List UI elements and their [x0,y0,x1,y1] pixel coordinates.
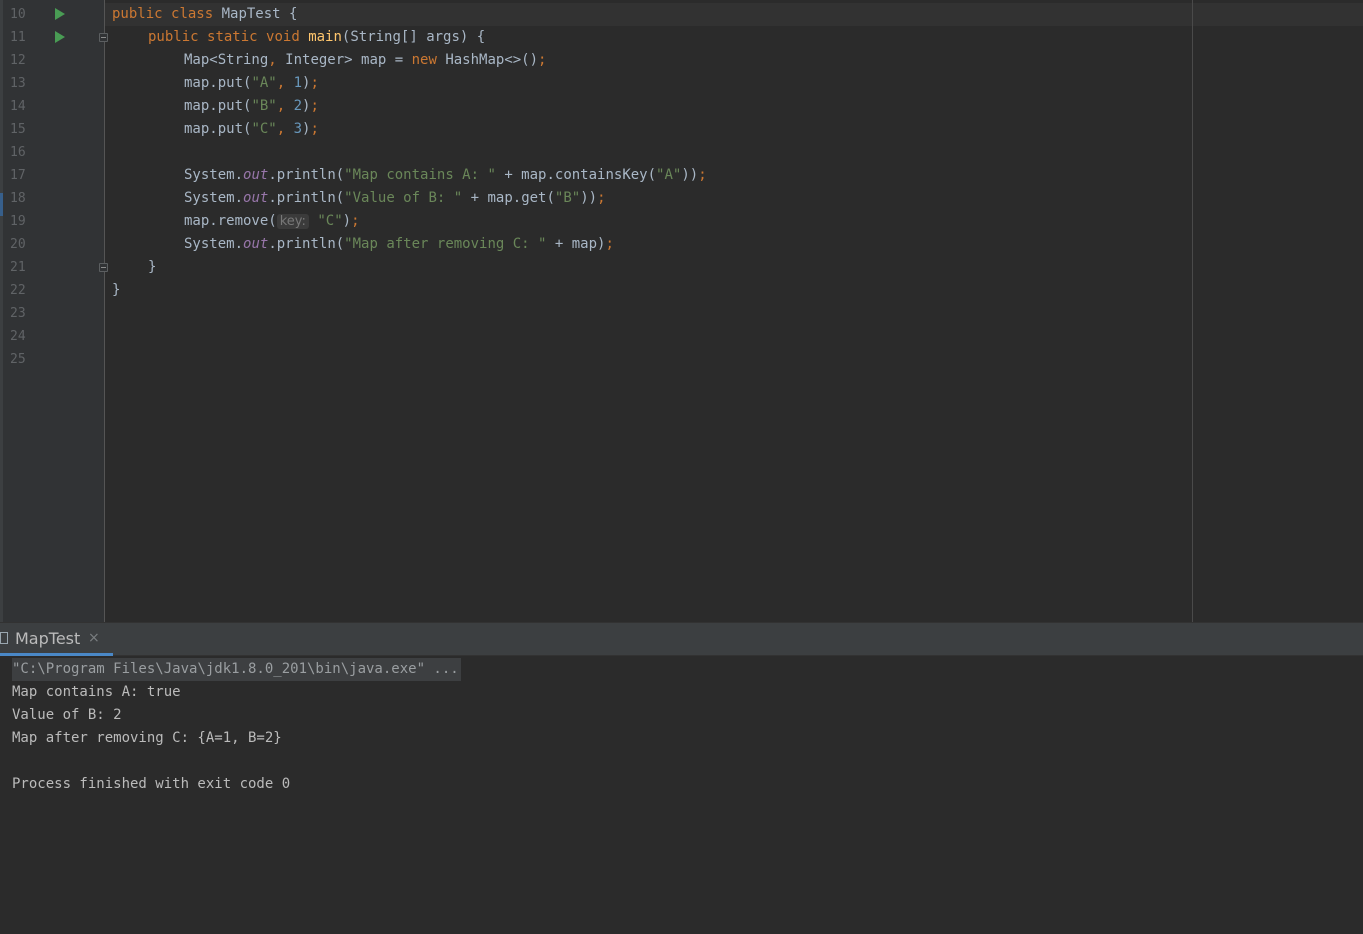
fold-icon[interactable] [99,33,108,42]
tab-label: MapTest [15,629,81,648]
code-line-13[interactable]: map.put("A", 1); [184,72,319,95]
line-number: 13 [10,76,26,91]
right-margin-guide [1192,0,1193,622]
tab-maptest[interactable]: MapTest × [0,623,113,656]
code-line-17[interactable]: System.out.println("Map contains A: " + … [184,164,707,187]
line-number: 25 [10,352,26,367]
line-number: 17 [10,168,26,183]
console-line: Value of B: 2 [12,707,122,723]
fold-icon[interactable] [99,263,108,272]
line-number: 10 [10,7,26,22]
code-line-18[interactable]: System.out.println("Value of B: " + map.… [184,187,606,210]
line-number: 19 [10,214,26,229]
line-number: 16 [10,145,26,160]
line-number: 20 [10,237,26,252]
code-line-12[interactable]: Map<String, Integer> map = new HashMap<>… [184,49,546,72]
editor-gutter: 10 11 12 13 14 15 16 17 18 19 20 21 22 2… [0,0,108,622]
line-number: 23 [10,306,26,321]
gutter-strip [0,0,3,622]
code-line-10[interactable]: public class MapTest { [112,3,297,26]
console-line: Process finished with exit code 0 [12,776,291,792]
run-tab-bar: MapTest × [0,622,1363,656]
file-icon [0,632,8,644]
close-icon[interactable]: × [88,630,100,646]
code-line-22[interactable]: } [112,279,120,302]
line-number: 11 [10,30,26,45]
code-editor[interactable]: 10 11 12 13 14 15 16 17 18 19 20 21 22 2… [0,0,1363,622]
console-line: Map contains A: true [12,684,181,700]
code-line-14[interactable]: map.put("B", 2); [184,95,319,118]
console-output[interactable]: "C:\Program Files\Java\jdk1.8.0_201\bin\… [0,657,1363,934]
line-number: 22 [10,283,26,298]
code-line-19[interactable]: map.remove(key: "C"); [184,210,360,233]
code-line-21[interactable]: } [148,256,156,279]
console-command-line[interactable]: "C:\Program Files\Java\jdk1.8.0_201\bin\… [12,658,461,681]
line-number: 15 [10,122,26,137]
line-number: 14 [10,99,26,114]
line-number: 12 [10,53,26,68]
code-line-15[interactable]: map.put("C", 3); [184,118,319,141]
run-class-icon[interactable] [55,8,65,20]
line-number: 24 [10,329,26,344]
run-tool-window: MapTest × "C:\Program Files\Java\jdk1.8.… [0,622,1363,934]
run-main-icon[interactable] [55,31,65,43]
line-number: 21 [10,260,26,275]
code-line-20[interactable]: System.out.println("Map after removing C… [184,233,614,256]
change-marker [0,193,3,216]
parameter-hint: key: [276,214,309,229]
console-line: Map after removing C: {A=1, B=2} [12,730,282,746]
code-line-11[interactable]: public static void main(String[] args) { [148,26,485,49]
line-number: 18 [10,191,26,206]
active-tab-indicator [0,653,113,656]
